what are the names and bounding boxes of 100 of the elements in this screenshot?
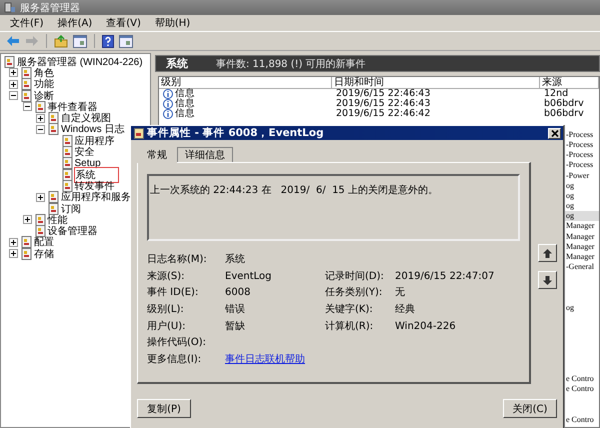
expand-icon[interactable] (9, 249, 18, 258)
description-text: 上一次系统的 22:44:23 在 2019/ 6/ 15 上的关闭是意外的。 (150, 185, 438, 196)
table-cell: og (566, 211, 574, 222)
document-icon (62, 146, 72, 158)
table-cell-text: 信息 (175, 89, 195, 99)
table-cell: Manager (566, 221, 594, 232)
next-button[interactable] (538, 271, 557, 289)
document-icon (4, 56, 15, 68)
tree-item[interactable]: 功能 (34, 77, 54, 92)
down-arrow-icon (543, 276, 552, 284)
table-row[interactable]: 信息 2019/6/15 22:46:43 12nd (159, 89, 599, 100)
field-value: 系统 (225, 253, 246, 266)
document-icon (34, 214, 46, 226)
field-label: 计算机(R): (325, 320, 374, 333)
table-cell: Manager (566, 232, 594, 242)
tree-item[interactable]: 配置 (34, 235, 54, 250)
table-cell: Manager (566, 242, 594, 252)
tree-item[interactable]: 应用程序和服务 (61, 190, 131, 204)
document-icon (62, 168, 72, 181)
help-icon[interactable] (102, 34, 114, 48)
field-label: 级别(L): (147, 303, 185, 316)
table-cell: -Process (566, 140, 594, 150)
document-icon (34, 100, 46, 113)
field-value: EventLog (225, 270, 273, 283)
column-header[interactable]: 日期和时间 (332, 77, 540, 88)
close-icon[interactable] (548, 128, 561, 138)
field-label: 操作代码(O): (147, 336, 208, 350)
document-icon (34, 225, 46, 238)
field-label: 更多信息(I): (147, 353, 202, 366)
field-value: 暂缺 (225, 320, 246, 333)
document-icon (48, 191, 59, 204)
document-icon (21, 66, 32, 79)
menu-item[interactable]: 文件(F) (10, 16, 44, 30)
field-value: 错误 (225, 303, 246, 316)
document-icon (21, 90, 32, 102)
server-icon (4, 2, 16, 13)
document-icon (48, 123, 59, 136)
table-cell: -Process (566, 160, 594, 170)
column-header[interactable]: 来源 (540, 77, 599, 88)
tree-item[interactable]: Setup (74, 158, 101, 169)
table-cell-text: b06bdrv (543, 99, 585, 110)
menu-item[interactable]: 查看(V) (106, 16, 141, 30)
close-button[interactable]: 关闭(C) (503, 399, 557, 418)
help-link[interactable]: 事件日志联机帮助 (225, 354, 305, 366)
collapse-icon[interactable] (36, 124, 45, 134)
document-icon (62, 180, 72, 192)
table-cell: -General (566, 262, 594, 272)
pane-icon[interactable] (119, 34, 133, 48)
field-value: 经典 (395, 303, 416, 316)
document-icon (48, 112, 59, 124)
document-icon (48, 202, 59, 215)
dialog-title: 事件属性 - 事件 6008，EventLog (147, 126, 325, 140)
table-row[interactable]: 信息 2019/6/15 22:46:43 b06bdrv (159, 99, 599, 110)
document-icon (21, 236, 32, 248)
expand-icon[interactable] (22, 215, 32, 224)
previous-button[interactable] (538, 244, 557, 262)
document-icon (21, 78, 32, 90)
window-title: 服务器管理器 (20, 2, 80, 14)
event-count: 事件数: 11,898 (!) 可用的新事件 (216, 58, 366, 70)
document-icon (21, 248, 32, 260)
field-label: 记录时间(D): (325, 270, 385, 283)
field-value: Win204-226 (395, 320, 457, 333)
pane-title: 系统 (166, 56, 188, 71)
pane-icon[interactable] (73, 34, 87, 48)
table-cell-text: 2019/6/15 22:46:43 (335, 89, 432, 99)
log-icon (134, 128, 144, 138)
field-label: 关键字(K): (325, 303, 374, 316)
table-cell: e Contro (566, 384, 594, 395)
table-cell: 信息 (175, 109, 195, 120)
column-header[interactable]: 级别 (159, 77, 332, 88)
copy-button[interactable]: 复制(P) (137, 399, 191, 418)
document-icon (62, 134, 72, 147)
collapse-icon[interactable] (9, 91, 18, 100)
table-cell-text: 12nd (543, 89, 568, 99)
info-icon (163, 89, 173, 100)
table-cell: e Contro (566, 415, 594, 426)
expand-icon[interactable] (36, 114, 45, 123)
document-icon (62, 157, 72, 170)
table-cell: e Contro (566, 374, 594, 384)
menu-item[interactable]: 操作(A) (58, 16, 92, 30)
tree-item[interactable]: 应用程序 (74, 134, 114, 148)
expand-icon[interactable] (36, 192, 45, 202)
expand-icon[interactable] (9, 80, 18, 89)
field-label: 日志名称(M): (147, 253, 208, 266)
table-cell-text: b06bdrv (543, 109, 585, 120)
field-value: 无 (395, 286, 406, 300)
table-cell: -Power (566, 170, 590, 181)
field-label: 来源(S): (147, 270, 186, 283)
tree-item[interactable]: 存储 (34, 246, 54, 261)
collapse-icon[interactable] (22, 102, 32, 112)
table-row[interactable]: 信息 2019/6/15 22:46:42 b06bdrv (159, 109, 599, 120)
menu-item[interactable]: 帮助(H) (154, 16, 190, 30)
expand-icon[interactable] (9, 238, 18, 247)
info-icon (163, 99, 173, 110)
info-icon (163, 109, 173, 120)
field-label: 任务类别(Y): (325, 286, 384, 300)
tab[interactable]: 详细信息 (177, 147, 233, 162)
tree-item[interactable]: 安全 (74, 145, 94, 160)
expand-icon[interactable] (9, 68, 18, 78)
field-value: 6008 (225, 286, 252, 300)
